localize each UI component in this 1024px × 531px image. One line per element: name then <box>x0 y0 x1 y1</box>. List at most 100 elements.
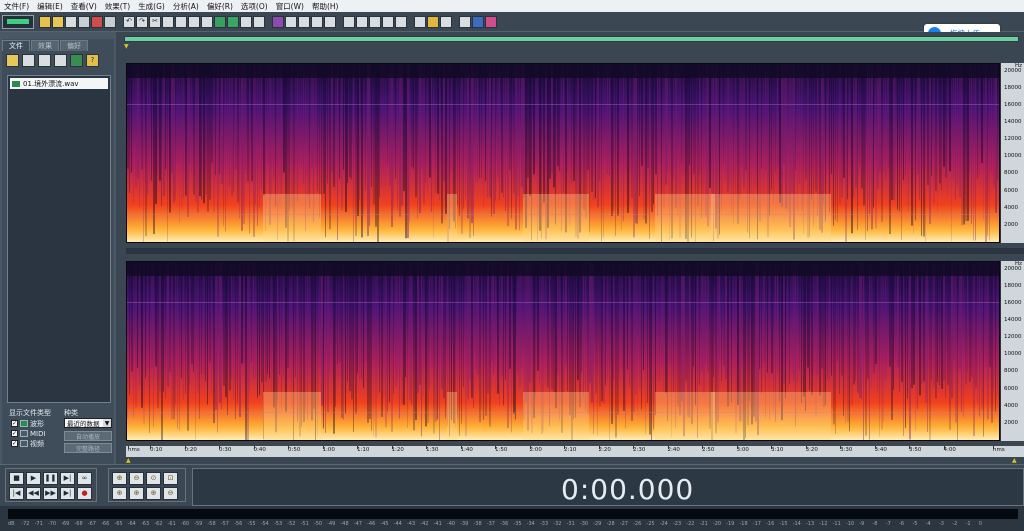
stop-button[interactable]: ■ <box>9 472 24 485</box>
trim-icon[interactable] <box>201 15 213 28</box>
copy-icon[interactable] <box>162 15 174 28</box>
menu-effects[interactable]: 效果(T) <box>101 1 134 12</box>
tab-effects[interactable]: 效果 <box>31 40 59 51</box>
help-toolbar-icon[interactable] <box>440 15 452 28</box>
mode-toggle-button[interactable] <box>2 14 34 29</box>
insert-icon[interactable] <box>54 53 67 67</box>
full-path-button[interactable]: 完整路径 <box>64 443 112 453</box>
meter-scale-label: -33 <box>540 521 549 527</box>
marker-list-icon[interactable] <box>382 15 394 28</box>
meter-scale-label: -29 <box>593 521 602 527</box>
start-marker-icon[interactable]: ▲ <box>126 457 131 464</box>
fast-forward-button[interactable]: ▶▶ <box>43 487 58 500</box>
mix-paste-icon[interactable] <box>188 15 200 28</box>
overview-bar[interactable] <box>124 36 1019 42</box>
menu-window[interactable]: 窗口(W) <box>272 1 308 12</box>
cd-list-icon[interactable] <box>343 15 355 28</box>
zoom-out-icon[interactable]: ⊖ <box>129 472 144 485</box>
go-to-end-button[interactable]: ▶| <box>60 487 75 500</box>
help-icon[interactable]: ? <box>86 53 99 67</box>
spectrum-icon[interactable] <box>214 15 226 28</box>
chevron-down-icon[interactable]: ▼ <box>103 419 111 427</box>
zoom-in-right-icon[interactable]: ⊕ <box>129 487 144 500</box>
zoom-full-icon[interactable]: ⊙ <box>146 472 161 485</box>
view-pan-icon[interactable] <box>285 15 297 28</box>
view-phase-icon[interactable] <box>298 15 310 28</box>
import-icon[interactable] <box>22 53 35 67</box>
phase-icon[interactable] <box>253 15 265 28</box>
view-info-icon[interactable] <box>324 15 336 28</box>
tab-favorites[interactable]: 偏好 <box>60 40 88 51</box>
print-icon[interactable] <box>104 15 116 28</box>
menu-options[interactable]: 选项(O) <box>237 1 272 12</box>
spectrogram-right-channel[interactable] <box>126 261 1000 441</box>
checkbox-icon[interactable]: ✓ <box>11 420 18 427</box>
time-tick-label: 2:50 <box>702 446 715 453</box>
menu-view[interactable]: 查看(V) <box>67 1 101 12</box>
spectrogram-left-channel[interactable] <box>126 63 1000 243</box>
open-folder-icon[interactable] <box>52 15 64 28</box>
edit-file-icon[interactable] <box>70 53 83 67</box>
wizard-icon[interactable] <box>427 15 439 28</box>
cue-list-icon[interactable] <box>356 15 368 28</box>
play-list-icon[interactable] <box>369 15 381 28</box>
checkbox-icon[interactable]: ✓ <box>11 430 18 437</box>
pause-button[interactable]: ❚❚ <box>43 472 58 485</box>
open-file-icon[interactable] <box>6 53 19 67</box>
start-marker-icon[interactable]: ▼ <box>124 43 129 50</box>
play-button[interactable]: ▶ <box>26 472 41 485</box>
sort-label: 种类 <box>64 409 78 417</box>
meter-scale-label: -10 <box>845 521 855 527</box>
record-settings-icon[interactable] <box>485 15 497 28</box>
meter-scale-label: -65 <box>114 521 123 527</box>
metronome-icon[interactable] <box>414 15 426 28</box>
undo-icon[interactable]: ↶ <box>123 15 135 28</box>
pan-icon[interactable] <box>240 15 252 28</box>
menu-file[interactable]: 文件(F) <box>0 1 33 12</box>
rewind-button[interactable]: ◀◀ <box>26 487 41 500</box>
meter-scale-label: 0 <box>978 521 983 527</box>
go-to-start-button[interactable]: |◀ <box>9 487 24 500</box>
file-list[interactable]: 01.境外漂流.wav <box>7 75 111 403</box>
menu-generate[interactable]: 生成(G) <box>134 1 169 12</box>
save-icon[interactable] <box>65 15 77 28</box>
meter-scale-label: -28 <box>606 521 615 527</box>
zoom-in-icon[interactable]: ⊕ <box>112 472 127 485</box>
monitor-icon[interactable] <box>472 15 484 28</box>
zoom-vertical-in-icon[interactable]: ⊕ <box>146 487 161 500</box>
frequency-icon[interactable] <box>227 15 239 28</box>
sort-select[interactable]: 最近的数据 ▼ <box>64 418 112 428</box>
menu-edit[interactable]: 编辑(E) <box>33 1 67 12</box>
new-file-icon[interactable] <box>39 15 51 28</box>
loop-button[interactable]: ∞ <box>77 472 92 485</box>
menu-analyze[interactable]: 分析(A) <box>169 1 203 12</box>
file-item[interactable]: 01.境外漂流.wav <box>10 78 108 89</box>
close-icon[interactable] <box>38 53 51 67</box>
zoom-selection-icon[interactable]: ⊡ <box>163 472 178 485</box>
filter-midi-label: MIDI <box>30 429 46 438</box>
organizer-icon[interactable] <box>395 15 407 28</box>
meter-scale-label: -54 <box>260 521 269 527</box>
autoplay-button[interactable]: 自动播放 <box>64 431 112 441</box>
menu-favorites[interactable]: 偏好(R) <box>203 1 237 12</box>
redo-icon[interactable]: ↷ <box>136 15 148 28</box>
view-waveform-icon[interactable] <box>311 15 323 28</box>
zoom-vertical-out-icon[interactable]: ⊖ <box>163 487 178 500</box>
checkbox-icon[interactable]: ✓ <box>11 440 18 447</box>
save-all-icon[interactable] <box>78 15 90 28</box>
record-button[interactable]: ● <box>77 487 92 500</box>
zoom-in-left-icon[interactable]: ⊕ <box>112 487 127 500</box>
meter-scale-label: -12 <box>819 521 828 527</box>
meter-scale-label: -8 <box>872 521 878 527</box>
time-ruler[interactable]: hms hms 0:10 0:20 0:30 0:40 0:50 1:00 1:10 1:20… <box>126 445 1024 457</box>
window-list-icon[interactable] <box>459 15 471 28</box>
end-marker-icon[interactable]: ▲ <box>1012 457 1017 464</box>
play-to-end-button[interactable]: ▶| <box>60 472 75 485</box>
time-tick-label: 3:40 <box>874 446 887 453</box>
cut-icon[interactable]: ✂ <box>149 15 161 28</box>
close-file-icon[interactable] <box>91 15 103 28</box>
view-spectral-icon[interactable] <box>272 15 284 28</box>
paste-icon[interactable] <box>175 15 187 28</box>
menu-help[interactable]: 帮助(H) <box>308 1 343 12</box>
tab-files[interactable]: 文件 <box>2 40 30 51</box>
